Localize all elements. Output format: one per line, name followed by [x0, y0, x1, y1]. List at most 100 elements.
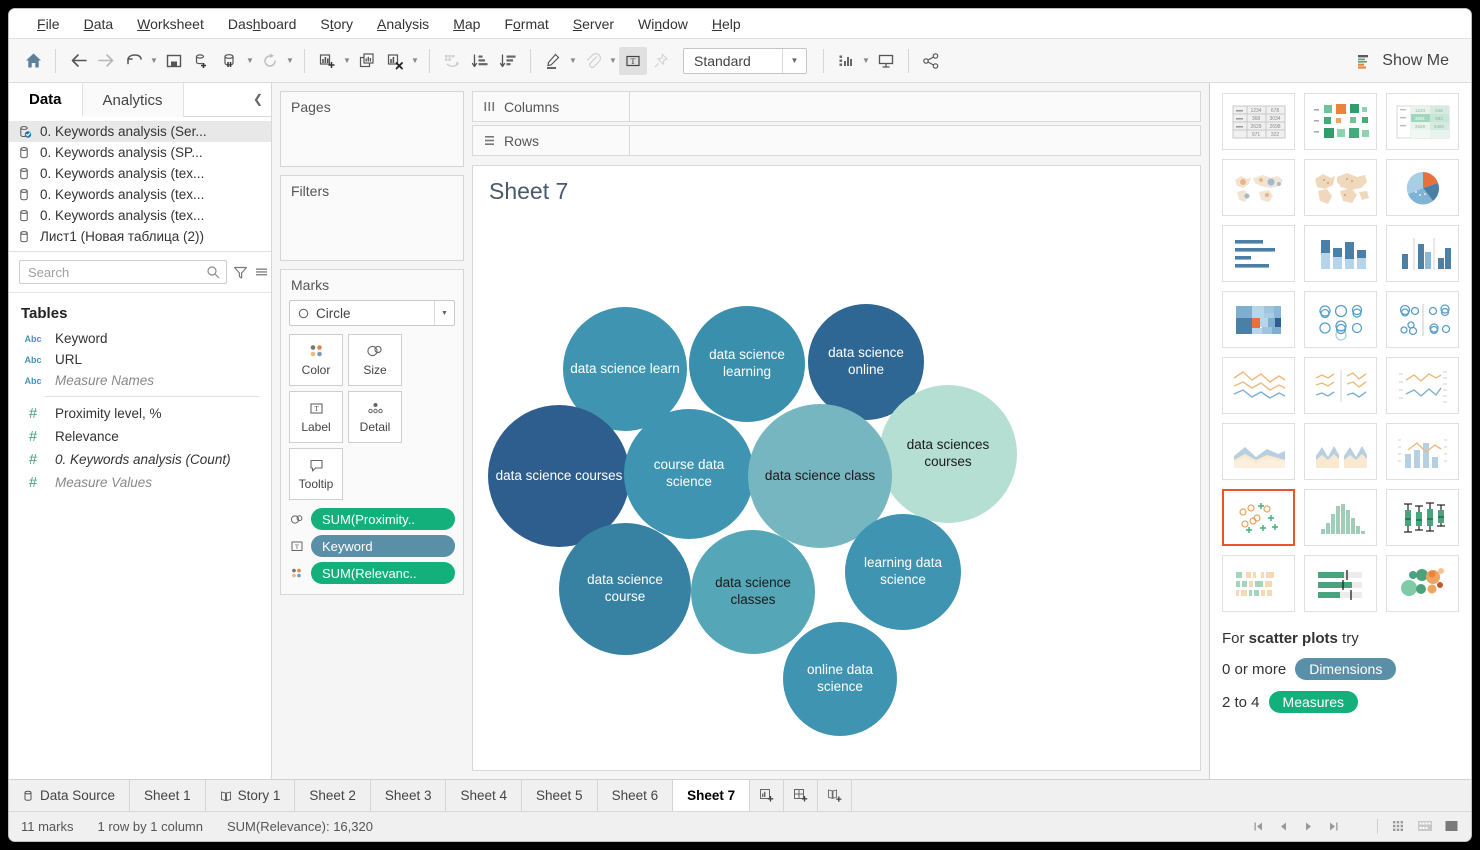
share-icon[interactable] [917, 47, 945, 75]
list-item[interactable]: 0. Keywords analysis (Ser... [9, 121, 271, 142]
show-me-dual-lines[interactable] [1386, 357, 1459, 414]
tab-sheet-3[interactable]: Sheet 3 [371, 780, 447, 811]
bubble-mark[interactable]: data science course [559, 523, 691, 655]
tab-sheet-6[interactable]: Sheet 6 [598, 780, 674, 811]
pill-relevance[interactable]: SUM(Relevanc.. [311, 562, 455, 584]
bubble-mark[interactable]: online data science [783, 622, 897, 736]
show-me-area-discrete[interactable] [1304, 423, 1377, 480]
rows-drop-zone[interactable] [630, 125, 1201, 156]
pill-proximity[interactable]: SUM(Proximity.. [311, 508, 455, 530]
field-measure-values[interactable]: # Measure Values [9, 471, 271, 494]
show-me-circle-view[interactable] [1304, 291, 1377, 348]
show-me-scatter-plot[interactable] [1222, 489, 1295, 546]
tab-sheet-2[interactable]: Sheet 2 [295, 780, 371, 811]
sort-ascending-icon[interactable] [466, 47, 494, 75]
sort-descending-icon[interactable] [494, 47, 522, 75]
menu-item-data[interactable]: Data [72, 13, 126, 35]
next-page-icon[interactable] [1303, 821, 1314, 832]
tab-sheet-7[interactable]: Sheet 7 [673, 780, 750, 811]
pause-refresh-dropdown-icon[interactable]: ▼ [244, 49, 256, 73]
refresh-icon[interactable] [256, 47, 284, 75]
presentation-pin-icon[interactable] [647, 47, 675, 75]
field-relevance[interactable]: # Relevance [9, 425, 271, 448]
list-item[interactable]: 0. Keywords analysis (tex... [9, 205, 271, 226]
sheet-only-view-icon[interactable] [1444, 819, 1459, 834]
filter-funnel-icon[interactable] [233, 265, 248, 280]
duplicate-sheet-icon[interactable] [353, 47, 381, 75]
label-button[interactable]: T Label [289, 391, 343, 443]
show-me-gantt[interactable] [1222, 555, 1295, 612]
search-input[interactable] [26, 264, 206, 281]
show-me-lines-continuous[interactable] [1222, 357, 1295, 414]
tab-sheet-4[interactable]: Sheet 4 [446, 780, 522, 811]
new-data-source-icon[interactable] [188, 47, 216, 75]
field-measure-names[interactable]: Abc Measure Names [9, 370, 271, 391]
show-me-filled-map[interactable] [1304, 159, 1377, 216]
show-me-dual-combination[interactable] [1386, 423, 1459, 480]
show-me-lines-discrete[interactable] [1304, 357, 1377, 414]
show-me-horizontal-bars[interactable] [1222, 225, 1295, 282]
chevron-down-icon[interactable]: ▼ [782, 49, 806, 73]
show-cards-icon[interactable] [832, 47, 860, 75]
menu-item-worksheet[interactable]: Worksheet [125, 13, 216, 35]
pause-refresh-icon[interactable] [216, 47, 244, 75]
bubble-mark[interactable]: data science learning [689, 306, 805, 422]
fixed-axis-dropdown-icon[interactable]: ▼ [607, 49, 619, 73]
show-me-pie-chart[interactable] [1386, 159, 1459, 216]
menu-item-map[interactable]: Map [441, 13, 492, 35]
bubble-mark[interactable]: course data science [624, 409, 754, 539]
home-icon[interactable] [19, 47, 47, 75]
swap-rows-cols-icon[interactable] [438, 47, 466, 75]
save-icon[interactable] [160, 47, 188, 75]
menu-item-format[interactable]: Format [492, 13, 560, 35]
tooltip-button[interactable]: Tooltip [289, 448, 343, 500]
list-item[interactable]: Лист1 (Новая таблица (2)) [9, 226, 271, 247]
menu-item-window[interactable]: Window [626, 13, 700, 35]
grid-view-icon[interactable] [1392, 819, 1407, 834]
menu-item-story[interactable]: Story [308, 13, 365, 35]
fixed-axis-icon[interactable] [579, 47, 607, 75]
tab-analytics[interactable]: Analytics [83, 83, 184, 117]
menu-item-analysis[interactable]: Analysis [365, 13, 441, 35]
new-worksheet-icon[interactable] [750, 780, 784, 811]
highlight-icon[interactable] [539, 47, 567, 75]
filmstrip-view-icon[interactable] [1417, 819, 1434, 834]
search-box[interactable] [19, 260, 227, 284]
worksheet-canvas[interactable]: Sheet 7 data science learndata science l… [472, 165, 1201, 771]
new-worksheet-icon[interactable] [313, 47, 341, 75]
highlight-dropdown-icon[interactable]: ▼ [567, 49, 579, 73]
tab-sheet-5[interactable]: Sheet 5 [522, 780, 598, 811]
show-me-packed-bubbles[interactable] [1386, 555, 1459, 612]
menu-item-file[interactable]: File [25, 13, 72, 35]
show-me-bullet-graph[interactable] [1304, 555, 1377, 612]
forward-icon[interactable] [92, 47, 120, 75]
field-keyword[interactable]: Abc Keyword [9, 328, 271, 349]
show-me-button[interactable]: Show Me [1347, 47, 1459, 75]
show-me-stacked-bars[interactable] [1304, 225, 1377, 282]
menu-item-server[interactable]: Server [561, 13, 626, 35]
last-page-icon[interactable] [1328, 821, 1339, 832]
bubble-mark[interactable]: data science classes [691, 530, 815, 654]
field-proximity-level[interactable]: # Proximity level, % [9, 402, 271, 425]
pages-card[interactable]: Pages [280, 91, 464, 167]
show-me-text-table[interactable]: 1234678368303426292698971322 [1222, 93, 1295, 150]
collapse-pane-icon[interactable]: ❮ [253, 92, 263, 106]
clear-sheet-icon[interactable] [381, 47, 409, 75]
undo-dropdown-icon[interactable]: ▼ [148, 49, 160, 73]
list-item[interactable]: 0. Keywords analysis (tex... [9, 184, 271, 205]
show-me-treemap[interactable] [1222, 291, 1295, 348]
tab-data[interactable]: Data [9, 83, 83, 117]
back-icon[interactable] [64, 47, 92, 75]
show-me-heat-map[interactable] [1304, 93, 1377, 150]
clear-sheet-dropdown-icon[interactable]: ▼ [409, 49, 421, 73]
fit-select[interactable]: Standard ▼ [683, 48, 807, 74]
search-icon[interactable] [206, 265, 220, 279]
field-keywords-count[interactable]: # 0. Keywords analysis (Count) [9, 448, 271, 471]
new-dashboard-icon[interactable] [784, 780, 818, 811]
menu-item-dashboard[interactable]: Dashboard [216, 13, 309, 35]
show-me-area-continuous[interactable] [1222, 423, 1295, 480]
filters-card[interactable]: Filters [280, 175, 464, 261]
bubble-mark[interactable]: data sciences courses [879, 385, 1017, 523]
field-url[interactable]: Abc URL [9, 349, 271, 370]
tab-sheet-1[interactable]: Sheet 1 [130, 780, 206, 811]
